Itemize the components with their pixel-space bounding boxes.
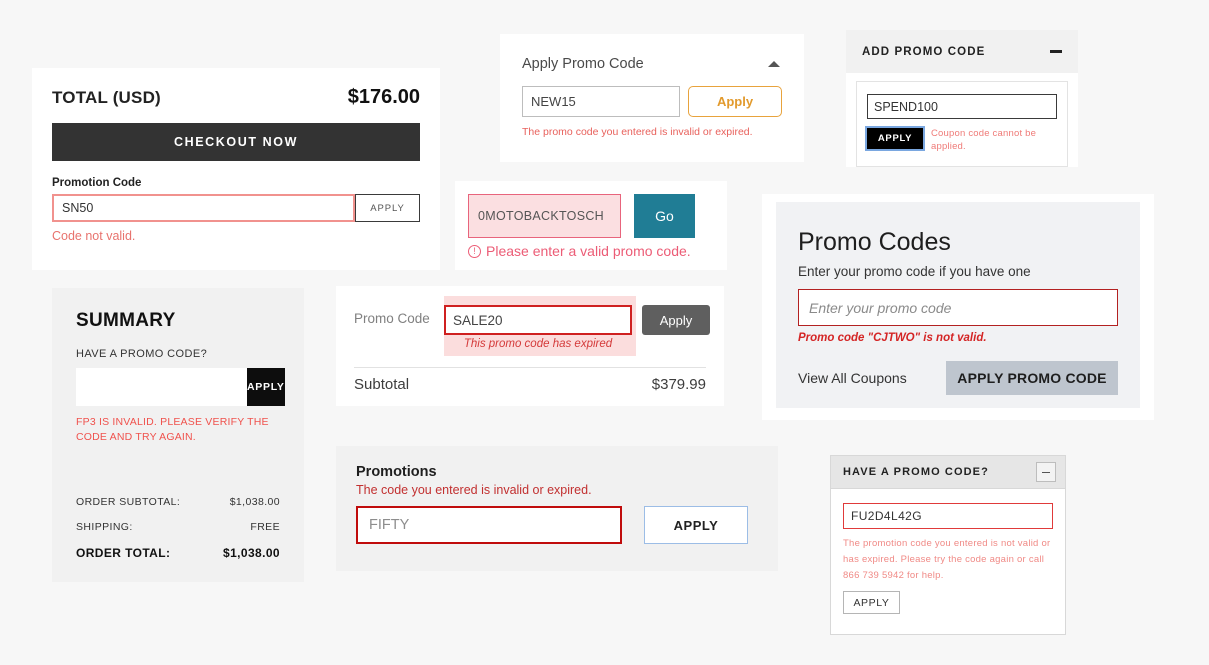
promotions-apply-button[interactable]: APPLY xyxy=(644,506,748,544)
sale-apply-button[interactable]: Apply xyxy=(642,305,710,335)
promo-codes-card-wrapper: Promo Codes Enter your promo code if you… xyxy=(762,194,1154,420)
caret-up-icon[interactable] xyxy=(768,61,780,67)
sale-subtotal-value: $379.99 xyxy=(652,376,706,393)
sale-subtotal-label: Subtotal xyxy=(354,376,409,393)
sale-divider xyxy=(354,367,706,368)
sale-promo-row: Promo Code This promo code has expired A… xyxy=(336,286,724,350)
order-total-label: TOTAL (USD) xyxy=(52,88,161,108)
add-promo-title: ADD PROMO CODE xyxy=(862,46,985,58)
have-promo-code-card: HAVE A PROMO CODE? The promotion code yo… xyxy=(830,455,1066,635)
have-promo-title: HAVE A PROMO CODE? xyxy=(843,466,989,478)
promo-codes-title: Promo Codes xyxy=(798,228,1118,257)
add-promo-body: APPLY Coupon code cannot be applied. xyxy=(856,81,1068,167)
summary-row-shipping: SHIPPING: FREE xyxy=(76,521,280,533)
sale-promo-input[interactable] xyxy=(444,305,632,335)
have-promo-body: The promotion code you entered is not va… xyxy=(831,489,1065,614)
add-promo-row: APPLY Coupon code cannot be applied. xyxy=(867,128,1057,154)
moto-promo-error-row: ! Please enter a valid promo code. xyxy=(468,243,727,259)
order-total-row: TOTAL (USD) $176.00 xyxy=(52,86,420,109)
promotion-code-label: Promotion Code xyxy=(52,177,420,189)
promo-codes-error: Promo code "CJTWO" is not valid. xyxy=(798,332,1118,344)
sale-promo-card: Promo Code This promo code has expired A… xyxy=(336,286,724,406)
have-promo-apply-button[interactable]: APPLY xyxy=(843,591,900,614)
apply-promo-row: Apply xyxy=(522,86,782,117)
promotion-code-row: APPLY xyxy=(52,194,420,222)
summary-card: SUMMARY HAVE A PROMO CODE? APPLY FP3 IS … xyxy=(52,288,304,582)
summary-row-order-total: ORDER TOTAL: $1,038.00 xyxy=(76,546,280,560)
exclamation-circle-icon: ! xyxy=(468,245,481,258)
summary-title: SUMMARY xyxy=(76,310,280,332)
have-promo-error: The promotion code you entered is not va… xyxy=(843,536,1053,584)
have-promo-header: HAVE A PROMO CODE? xyxy=(831,456,1065,489)
have-promo-input[interactable] xyxy=(843,503,1053,529)
moto-promo-input[interactable] xyxy=(468,194,621,238)
promotions-row: APPLY xyxy=(356,506,758,544)
order-total-card: TOTAL (USD) $176.00 CHECKOUT NOW Promoti… xyxy=(32,68,440,270)
promo-codes-card: Promo Codes Enter your promo code if you… xyxy=(776,202,1140,408)
summary-promo-error: FP3 IS INVALID. PLEASE VERIFY THE CODE A… xyxy=(76,415,280,445)
apply-promo-error: The promo code you entered is invalid or… xyxy=(522,126,782,138)
apply-promo-code-button[interactable]: APPLY PROMO CODE xyxy=(946,361,1118,395)
add-promo-code-card: ADD PROMO CODE APPLY Coupon code cannot … xyxy=(846,30,1078,167)
summary-promo-row: APPLY xyxy=(76,368,280,406)
sale-promo-label: Promo Code xyxy=(354,305,444,326)
sale-promo-error: This promo code has expired xyxy=(444,338,632,350)
add-promo-error: Coupon code cannot be applied. xyxy=(931,128,1057,154)
view-all-coupons-link[interactable]: View All Coupons xyxy=(798,370,907,386)
summary-row-shipping-value: FREE xyxy=(250,521,280,533)
promo-codes-subtitle: Enter your promo code if you have one xyxy=(798,264,1118,279)
summary-promo-prompt: HAVE A PROMO CODE? xyxy=(76,348,280,360)
moto-promo-card: Go ! Please enter a valid promo code. xyxy=(455,181,727,270)
moto-promo-error: Please enter a valid promo code. xyxy=(486,243,691,259)
checkout-now-button[interactable]: CHECKOUT NOW xyxy=(52,123,420,161)
summary-row-shipping-label: SHIPPING: xyxy=(76,521,133,533)
promotion-code-error: Code not valid. xyxy=(52,229,420,243)
minus-icon[interactable] xyxy=(1036,462,1056,482)
apply-promo-title: Apply Promo Code xyxy=(522,56,644,72)
promotions-error: The code you entered is invalid or expir… xyxy=(356,483,758,497)
summary-order-total-label: ORDER TOTAL: xyxy=(76,546,170,560)
promo-codes-footer: View All Coupons APPLY PROMO CODE xyxy=(798,361,1118,395)
sale-subtotal-row: Subtotal $379.99 xyxy=(354,376,706,393)
apply-promo-header: Apply Promo Code xyxy=(522,56,782,72)
summary-apply-button[interactable]: APPLY xyxy=(247,368,285,406)
promotions-card: Promotions The code you entered is inval… xyxy=(336,446,778,571)
summary-row-subtotal-value: $1,038.00 xyxy=(230,496,280,508)
summary-order-total-value: $1,038.00 xyxy=(223,546,280,560)
promotions-input[interactable] xyxy=(356,506,622,544)
summary-totals: ORDER SUBTOTAL: $1,038.00 SHIPPING: FREE… xyxy=(76,496,280,560)
order-total-value: $176.00 xyxy=(348,86,420,109)
moto-promo-row: Go xyxy=(468,194,727,238)
summary-row-subtotal: ORDER SUBTOTAL: $1,038.00 xyxy=(76,496,280,508)
promotion-code-input[interactable] xyxy=(52,194,355,222)
sale-input-group: This promo code has expired xyxy=(444,305,632,350)
add-promo-header[interactable]: ADD PROMO CODE xyxy=(846,30,1078,73)
apply-promo-button[interactable]: Apply xyxy=(688,86,782,117)
promo-codes-input[interactable] xyxy=(798,289,1118,326)
promotion-apply-button[interactable]: APPLY xyxy=(355,194,420,222)
summary-row-subtotal-label: ORDER SUBTOTAL: xyxy=(76,496,180,508)
minus-icon[interactable] xyxy=(1050,50,1062,53)
moto-go-button[interactable]: Go xyxy=(634,194,695,238)
promotions-title: Promotions xyxy=(356,464,758,480)
apply-promo-code-card: Apply Promo Code Apply The promo code yo… xyxy=(500,34,804,162)
summary-promo-input[interactable] xyxy=(76,368,247,406)
add-promo-apply-button[interactable]: APPLY xyxy=(867,128,923,149)
apply-promo-input[interactable] xyxy=(522,86,680,117)
add-promo-input[interactable] xyxy=(867,94,1057,119)
